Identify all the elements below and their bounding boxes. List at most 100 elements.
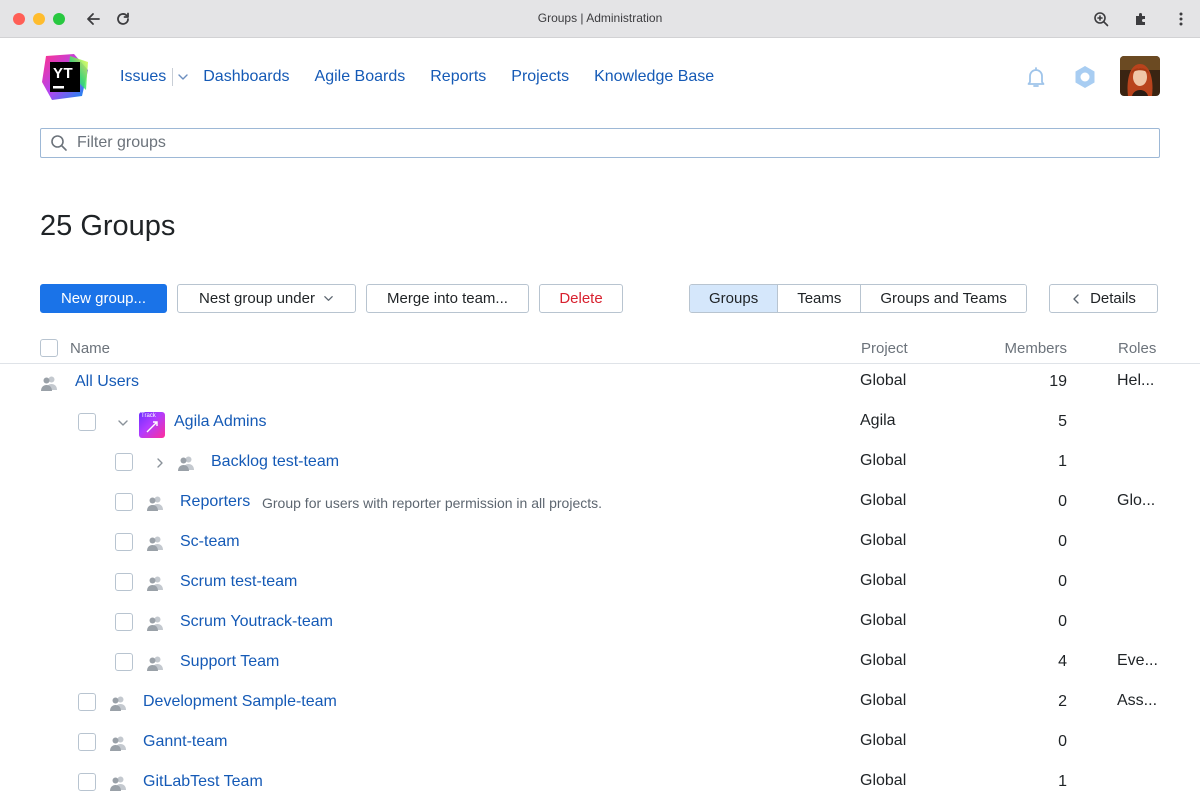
youtrack-logo[interactable]: YT (40, 52, 90, 102)
group-members-count: 1 (1058, 773, 1067, 790)
row-checkbox[interactable] (78, 773, 96, 791)
table-row[interactable]: Scrum Youtrack-team Global 0 (0, 603, 1200, 643)
zoom-icon[interactable] (1089, 7, 1113, 31)
select-all-checkbox[interactable] (40, 339, 58, 357)
table-row[interactable]: Gannt-team Global 0 (0, 723, 1200, 763)
group-project: Global (860, 612, 907, 629)
group-icon (146, 574, 164, 592)
group-project: Global (860, 572, 907, 589)
group-project: Global (860, 452, 907, 469)
group-icon (146, 494, 164, 512)
logo-text: YT (53, 65, 74, 82)
group-members-count: 0 (1058, 613, 1067, 630)
column-members[interactable]: Members (1004, 340, 1067, 357)
group-name-link[interactable]: Agila Admins (174, 413, 267, 431)
details-button[interactable]: Details (1049, 284, 1158, 313)
row-checkbox[interactable] (115, 653, 133, 671)
table-row[interactable]: Reporters Group for users with reporter … (0, 483, 1200, 523)
nav-dashboards[interactable]: Dashboards (203, 68, 289, 86)
table-row[interactable]: Backlog test-team Global 1 (0, 443, 1200, 483)
row-checkbox[interactable] (115, 573, 133, 591)
table-row[interactable]: All Users Global 19 Hel... (0, 363, 1200, 403)
row-checkbox[interactable] (115, 613, 133, 631)
group-roles: Ass... (1117, 692, 1158, 709)
user-avatar[interactable] (1120, 56, 1160, 96)
table-row[interactable]: GitLabTest Team Global 1 (0, 763, 1200, 800)
group-icon (146, 654, 164, 672)
nav-issues[interactable]: Issues (120, 68, 166, 86)
notifications-bell-icon[interactable] (1023, 64, 1049, 90)
column-project[interactable]: Project (861, 340, 908, 357)
group-icon (109, 694, 127, 712)
nav-projects[interactable]: Projects (511, 68, 569, 86)
row-checkbox[interactable] (78, 693, 96, 711)
group-name-link[interactable]: GitLabTest Team (143, 773, 263, 791)
table-row[interactable]: Development Sample-team Global 2 Ass... (0, 683, 1200, 723)
project-logo-icon: Track (139, 412, 165, 438)
group-members-count: 4 (1058, 653, 1067, 670)
group-members-count: 0 (1058, 733, 1067, 750)
group-description: Group for users with reporter permission… (262, 495, 603, 511)
filter-groups-input[interactable] (77, 134, 1159, 152)
chevron-right-icon[interactable] (152, 455, 168, 471)
view-switcher: Groups Teams Groups and Teams (689, 284, 1027, 313)
table-row[interactable]: Scrum test-team Global 0 (0, 563, 1200, 603)
group-name-link[interactable]: All Users (75, 373, 139, 391)
extensions-puzzle-icon[interactable] (1129, 7, 1153, 31)
group-project: Global (860, 692, 907, 709)
nav-agile-boards[interactable]: Agile Boards (315, 68, 406, 86)
group-name-link[interactable]: Backlog test-team (211, 453, 339, 471)
group-name-link[interactable]: Support Team (180, 653, 279, 671)
issues-dropdown-chevron-icon[interactable] (177, 71, 189, 83)
filter-groups-field[interactable] (40, 128, 1160, 158)
tab-groups-and-teams[interactable]: Groups and Teams (861, 285, 1026, 312)
group-name-link[interactable]: Sc-team (180, 533, 240, 551)
row-checkbox[interactable] (115, 533, 133, 551)
row-checkbox[interactable] (78, 413, 96, 431)
group-project: Global (860, 772, 907, 789)
page-title: 25 Groups (40, 210, 176, 242)
column-name[interactable]: Name (70, 340, 110, 357)
group-members-count: 0 (1058, 573, 1067, 590)
table-row[interactable]: Track Agila Admins Agila 5 (0, 403, 1200, 443)
details-label: Details (1090, 290, 1136, 307)
group-name-link[interactable]: Gannt-team (143, 733, 227, 751)
group-project: Global (860, 732, 907, 749)
merge-into-team-button[interactable]: Merge into team... (366, 284, 529, 313)
nav-separator (172, 68, 174, 86)
group-roles: Glo... (1117, 492, 1156, 509)
group-name-link[interactable]: Scrum Youtrack-team (180, 613, 333, 631)
table-row[interactable]: Support Team Global 4 Eve... (0, 643, 1200, 683)
group-name-link[interactable]: Scrum test-team (180, 573, 297, 591)
chevron-down-icon[interactable] (115, 415, 131, 431)
group-members-count: 0 (1058, 493, 1067, 510)
group-icon (177, 454, 195, 472)
tab-groups[interactable]: Groups (690, 285, 779, 312)
group-icon (40, 374, 58, 392)
group-name-link[interactable]: Development Sample-team (143, 693, 337, 711)
nest-group-label: Nest group under (199, 290, 315, 307)
group-project: Global (860, 652, 907, 669)
row-checkbox[interactable] (115, 453, 133, 471)
group-members-count: 0 (1058, 533, 1067, 550)
more-vertical-icon[interactable] (1169, 7, 1193, 31)
group-members-count: 2 (1058, 693, 1067, 710)
nav-knowledge-base[interactable]: Knowledge Base (594, 68, 714, 86)
delete-button[interactable]: Delete (539, 284, 623, 313)
administration-gear-icon[interactable] (1072, 64, 1098, 90)
row-checkbox[interactable] (78, 733, 96, 751)
row-checkbox[interactable] (115, 493, 133, 511)
group-name-link[interactable]: Reporters (180, 493, 250, 511)
table-row[interactable]: Sc-team Global 0 (0, 523, 1200, 563)
group-members-count: 5 (1058, 413, 1067, 430)
main-navigation: Issues Dashboards Agile Boards Reports P… (120, 66, 739, 88)
search-icon (41, 134, 77, 152)
group-project: Global (860, 532, 907, 549)
tab-teams[interactable]: Teams (778, 285, 862, 312)
nest-group-under-button[interactable]: Nest group under (177, 284, 356, 313)
new-group-button[interactable]: New group... (40, 284, 167, 313)
group-icon (146, 614, 164, 632)
nav-reports[interactable]: Reports (430, 68, 486, 86)
browser-titlebar: Groups | Administration (0, 0, 1200, 38)
column-roles[interactable]: Roles (1118, 340, 1156, 357)
